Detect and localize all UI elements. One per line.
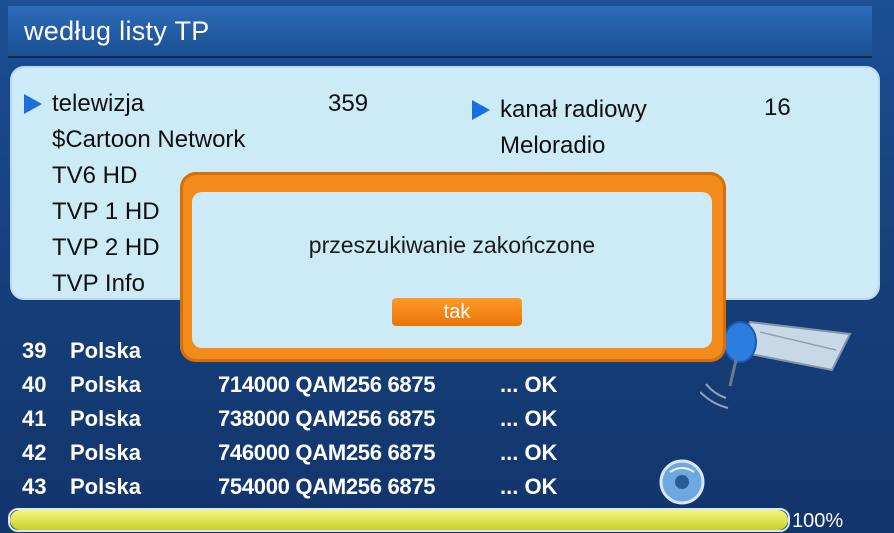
scan-row-frequency: 746000 QAM256 6875 — [218, 440, 436, 465]
scan-row-status: ... OK — [500, 406, 558, 431]
scan-progress-bar — [8, 508, 790, 532]
scan-row-number: 40 — [22, 372, 47, 397]
radio-item[interactable]: Meloradio — [472, 128, 692, 164]
scan-row-country: Polska — [70, 372, 141, 397]
scan-row: 43 Polska 754000 QAM256 6875 ... OK — [22, 470, 580, 504]
scan-row-number: 39 — [22, 338, 47, 363]
scan-row-status: ... OK — [500, 372, 558, 397]
scan-row-country: Polska — [70, 440, 141, 465]
scan-row-country: Polska — [70, 474, 141, 499]
scan-row-number: 41 — [22, 406, 47, 431]
dialog-message: przeszukiwanie zakończone — [308, 232, 596, 258]
radio-count: 16 — [764, 94, 791, 121]
tv-header[interactable]: telewizja 359 — [24, 86, 368, 122]
title-bar: według listy TP — [8, 6, 872, 58]
page-title: według listy TP — [24, 16, 210, 46]
triangle-right-icon — [472, 100, 490, 120]
triangle-right-icon — [24, 94, 42, 114]
radio-category-label: kanał radiowy — [500, 96, 647, 123]
scan-row-frequency: 738000 QAM256 6875 — [218, 406, 436, 431]
scan-progress-fill — [10, 510, 788, 530]
scan-row-status: ... OK — [500, 474, 558, 499]
channel-item[interactable]: $Cartoon Network — [24, 122, 245, 158]
scan-progress-percent: 100% — [792, 510, 844, 532]
scan-row-country: Polska — [70, 406, 141, 431]
scan-row-number: 43 — [22, 474, 47, 499]
scan-row: 41 Polska 738000 QAM256 6875 ... OK — [22, 402, 580, 436]
tv-category-label: telewizja — [52, 90, 145, 117]
scan-row-status: ... OK — [500, 440, 558, 465]
radio-column: kanał radiowy 16 Meloradio Radio Złote P… — [472, 86, 791, 180]
scan-row: 40 Polska 714000 QAM256 6875 ... OK — [22, 368, 580, 402]
tv-count: 359 — [328, 90, 369, 117]
scan-row: 42 Polska 746000 QAM256 6875 ... OK — [22, 436, 580, 470]
scan-row-frequency: 754000 QAM256 6875 — [218, 474, 436, 499]
disc-icon — [659, 459, 705, 505]
radio-header[interactable]: kanał radiowy 16 — [472, 92, 791, 128]
dialog-body: przeszukiwanie zakończone tak — [192, 192, 712, 348]
scan-row-frequency: 714000 QAM256 6875 — [218, 372, 436, 397]
scan-complete-dialog: przeszukiwanie zakończone tak — [180, 172, 726, 362]
tv-screen: według listy TP telewizja 359 $Cartoon N… — [0, 0, 894, 533]
ok-button[interactable]: tak — [392, 298, 522, 326]
scan-row-number: 42 — [22, 440, 47, 465]
